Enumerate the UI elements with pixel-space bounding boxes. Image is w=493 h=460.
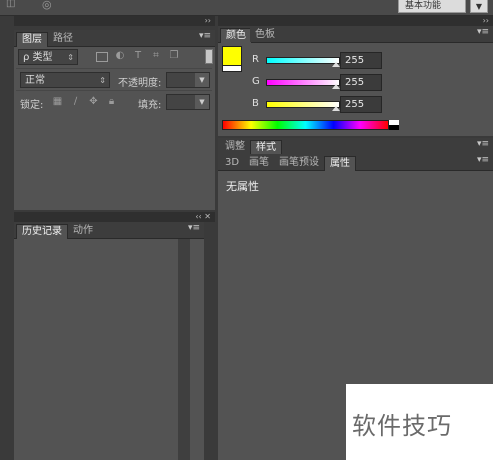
color-panel: 颜色 色板 ▾≡ R 255 G 255 B 255 — [218, 26, 493, 136]
slider-b: B 255 — [248, 96, 383, 116]
history-scrollbar[interactable] — [178, 239, 190, 460]
slider-r: R 255 — [248, 52, 383, 72]
b-value-field[interactable]: 255 — [340, 96, 382, 113]
tab-color[interactable]: 颜色 — [220, 28, 252, 43]
workspace-select[interactable]: 基本功能 — [398, 0, 466, 13]
collapse-icon[interactable]: ›› — [483, 16, 489, 25]
left-dock-strip[interactable]: ›› — [14, 16, 215, 26]
lock-move-icon[interactable]: ✥ — [88, 96, 99, 107]
r-slider-track[interactable] — [266, 57, 340, 64]
tab-paths[interactable]: 路径 — [48, 32, 78, 46]
fill-field[interactable]: ▼ — [166, 94, 210, 110]
tab-styles[interactable]: 样式 — [250, 140, 282, 155]
lock-label: 锁定: — [20, 100, 44, 111]
layers-tabbar: 图层 路径 ▾≡ — [14, 30, 215, 47]
workspace-dropdown-icon[interactable]: ▼ — [470, 0, 488, 13]
tab-3d[interactable]: 3D — [220, 156, 245, 170]
lock-all-icon[interactable]: 🔒︎ — [106, 96, 117, 107]
filter-kind-label: 类型 — [32, 52, 53, 63]
collapse-icon[interactable]: ›› — [205, 16, 211, 25]
blend-row: 正常 ⇕ 不透明度: ▼ — [16, 68, 212, 91]
adjust-tabbar: 调整 样式 ▾≡ — [218, 138, 493, 155]
lock-brush-icon[interactable]: ∕ — [70, 96, 81, 107]
smart-object-filter-icon[interactable]: ❐ — [168, 50, 180, 62]
r-slider-thumb[interactable] — [332, 62, 340, 67]
chevron-down-icon: ⇕ — [99, 76, 106, 85]
right-dock-strip[interactable]: ›› — [218, 16, 493, 26]
type-filter-icon[interactable]: T — [132, 50, 144, 62]
g-slider-track[interactable] — [266, 79, 340, 86]
lock-transparent-icon[interactable]: ▦ — [52, 96, 63, 107]
watermark-text: 软件技巧 — [352, 412, 452, 440]
channel-label: G — [252, 76, 260, 87]
filter-kind-select[interactable]: ρ 类型 ⇕ — [18, 49, 78, 65]
b-slider-thumb[interactable] — [332, 106, 340, 111]
g-slider-thumb[interactable] — [332, 84, 340, 89]
tab-layers[interactable]: 图层 — [16, 32, 48, 47]
panel-menu-icon[interactable]: ▾≡ — [199, 31, 211, 41]
black-chip[interactable] — [389, 125, 399, 130]
panel-menu-icon[interactable]: ▾≡ — [188, 223, 200, 233]
panel-menu-icon[interactable]: ▾≡ — [477, 27, 489, 37]
fill-label: 填充: — [138, 100, 162, 111]
g-value-field[interactable]: 255 — [340, 74, 382, 91]
panel-menu-icon[interactable]: ▾≡ — [477, 155, 489, 165]
tab-swatches[interactable]: 色板 — [250, 28, 280, 42]
fill-dropdown-icon[interactable]: ▼ — [195, 95, 209, 109]
color-tabbar: 颜色 色板 ▾≡ — [218, 26, 493, 43]
properties-tabbar: 3D 画笔 画笔预设 属性 ▾≡ — [218, 154, 493, 171]
channel-label: B — [252, 98, 259, 109]
history-tabbar: 历史记录 动作 ▾≡ — [14, 222, 204, 239]
no-properties-text: 无属性 — [226, 180, 259, 193]
blend-mode-value: 正常 — [25, 75, 45, 86]
shape-filter-icon[interactable]: ⌗ — [150, 50, 162, 62]
blend-mode-select[interactable]: 正常 ⇕ — [20, 72, 110, 88]
tab-brush[interactable]: 画笔 — [244, 156, 274, 170]
channel-label: R — [252, 54, 259, 65]
history-dock-strip[interactable]: ‹‹ ✕ — [14, 212, 215, 222]
pixel-filter-icon[interactable] — [96, 52, 108, 62]
watermark: 软件技巧 — [346, 384, 493, 460]
tool-options-icon[interactable]: ◫ — [6, 0, 20, 10]
adjustments-panel: 调整 样式 ▾≡ — [218, 138, 493, 155]
layers-panel: 图层 路径 ▾≡ ρ 类型 ⇕ ◐ T ⌗ ❐ 正常 ⇕ 不透明度: ▼ 锁定:… — [14, 30, 215, 210]
search-icon: ρ — [23, 52, 30, 63]
collapse-icon[interactable]: ‹‹ ✕ — [195, 212, 211, 221]
r-value-field[interactable]: 255 — [340, 52, 382, 69]
layer-filter-row: ρ 类型 ⇕ ◐ T ⌗ ❐ — [16, 46, 213, 68]
adjustment-filter-icon[interactable]: ◐ — [114, 50, 126, 62]
tab-actions[interactable]: 动作 — [68, 224, 98, 238]
b-slider-track[interactable] — [266, 101, 340, 108]
tab-properties[interactable]: 属性 — [324, 156, 356, 171]
target-icon[interactable]: ◎ — [42, 0, 56, 11]
lock-row: 锁定: ▦ ∕ ✥ 🔒︎ 填充: ▼ — [16, 90, 212, 113]
panel-menu-icon[interactable]: ▾≡ — [477, 139, 489, 149]
tab-adjustments[interactable]: 调整 — [220, 140, 250, 154]
color-spectrum-ramp[interactable] — [222, 120, 389, 130]
opacity-label: 不透明度: — [118, 78, 162, 89]
options-bar: ◫ ◎ 基本功能 ▼ — [0, 0, 493, 16]
filter-toggle[interactable] — [205, 49, 213, 64]
black-white-chips[interactable] — [389, 120, 399, 130]
tab-history[interactable]: 历史记录 — [16, 224, 68, 239]
foreground-color-swatch[interactable] — [222, 46, 242, 66]
opacity-field[interactable]: ▼ — [166, 72, 210, 88]
tab-brush-presets[interactable]: 画笔预设 — [274, 156, 324, 170]
opacity-dropdown-icon[interactable]: ▼ — [195, 73, 209, 87]
chevron-down-icon: ⇕ — [67, 53, 74, 62]
history-panel: 历史记录 动作 ▾≡ — [14, 222, 204, 460]
slider-g: G 255 — [248, 74, 383, 94]
